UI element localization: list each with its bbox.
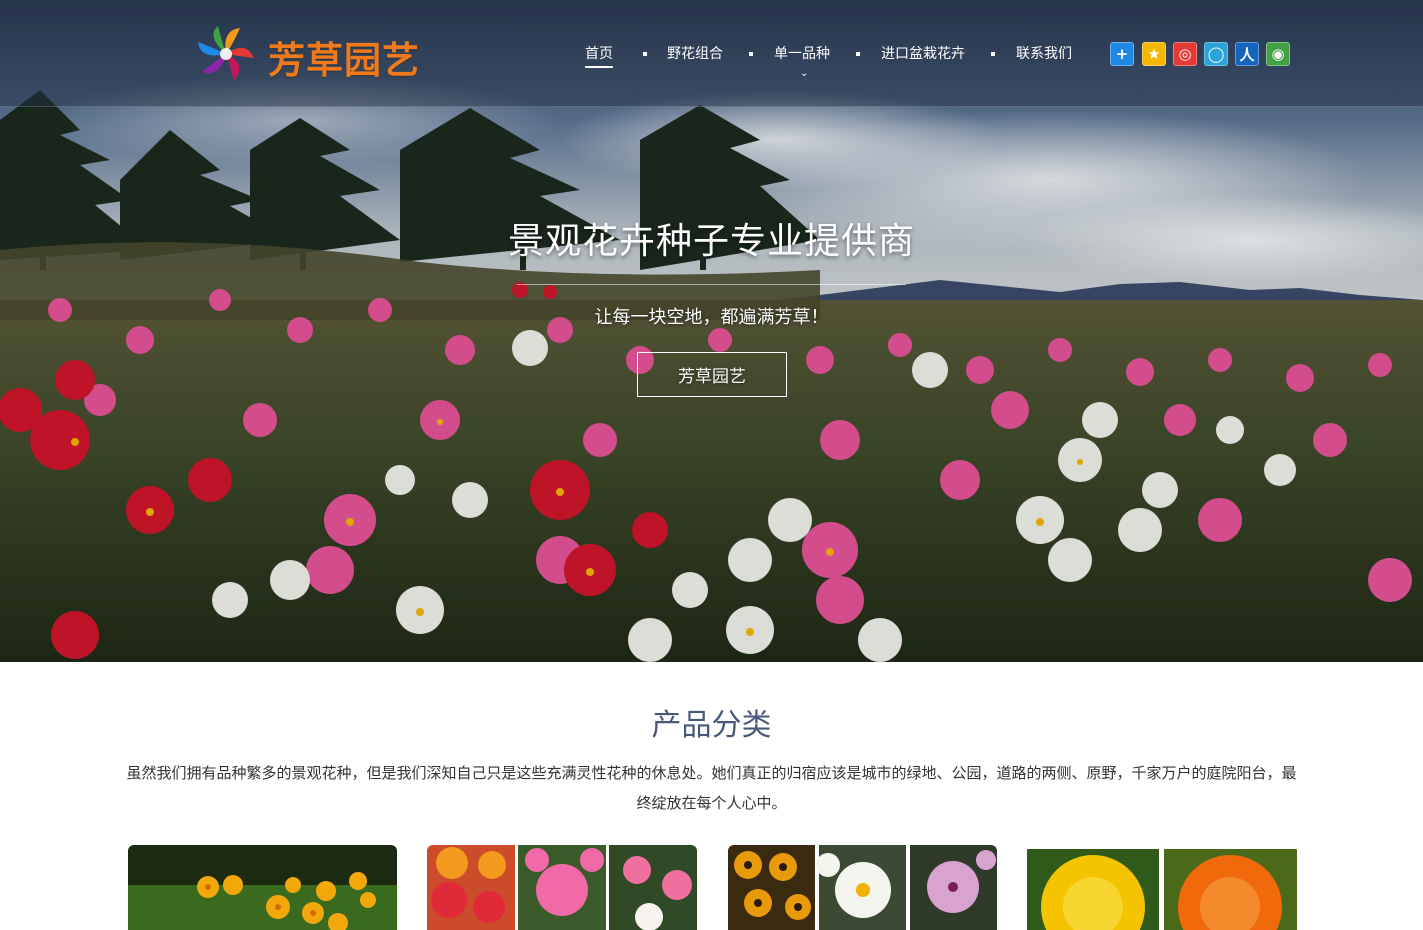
nav-item-home[interactable]: 首页 xyxy=(585,44,613,68)
products-section-description: 虽然我们拥有品种繁多的景观花种，但是我们深知自己只是这些充满灵性花种的休息处。她… xyxy=(126,764,1297,812)
nav-item-contact[interactable]: 联系我们 xyxy=(1016,44,1072,64)
renren-icon[interactable]: 人 xyxy=(1235,42,1259,66)
product-card-4[interactable] xyxy=(1027,845,1297,930)
logo-pinwheel-icon xyxy=(198,26,254,80)
chevron-down-icon: ⌄ xyxy=(800,68,809,79)
product-image xyxy=(128,845,397,930)
product-card-2[interactable] xyxy=(427,845,697,930)
products-section-title: 产品分类 xyxy=(651,708,772,743)
hero-cta-button[interactable]: 芳草园艺 xyxy=(637,352,787,397)
hero-subtitle: 让每一块空地，都遍满芳草！ xyxy=(594,307,829,328)
product-image xyxy=(427,845,697,930)
qzone-icon[interactable]: ★ xyxy=(1142,42,1166,66)
wechat-icon[interactable]: ◉ xyxy=(1266,42,1290,66)
product-image xyxy=(728,845,997,930)
weibo-icon[interactable]: ◎ xyxy=(1173,42,1197,66)
nav-item-wildflower-mix[interactable]: 野花组合 xyxy=(667,44,723,64)
nav-separator xyxy=(991,52,995,56)
nav-separator xyxy=(749,52,753,56)
hero-title: 景观花卉种子专业提供商 xyxy=(507,221,915,262)
logo-text: 芳草园艺 xyxy=(268,39,420,82)
product-image xyxy=(1027,845,1297,930)
product-card-1[interactable] xyxy=(128,845,397,930)
nav-item-single-variety[interactable]: 单一品种 ⌄ xyxy=(774,44,830,79)
nav-separator xyxy=(643,52,647,56)
hero-divider xyxy=(517,284,906,285)
nav-item-imported-potted[interactable]: 进口盆栽花卉 xyxy=(881,44,965,64)
site-logo[interactable]: 芳草园艺 xyxy=(194,22,424,86)
share-more-icon[interactable]: + xyxy=(1110,42,1134,66)
nav-item-label: 单一品种 xyxy=(774,46,830,62)
tencent-weibo-icon[interactable]: ◯ xyxy=(1204,42,1228,66)
site-header: 芳草园艺 首页 野花组合 单一品种 ⌄ 进口盆栽花卉 联系我们 + ★ ◎ ◯ … xyxy=(0,0,1423,107)
nav-separator xyxy=(856,52,860,56)
product-card-3[interactable] xyxy=(728,845,997,930)
